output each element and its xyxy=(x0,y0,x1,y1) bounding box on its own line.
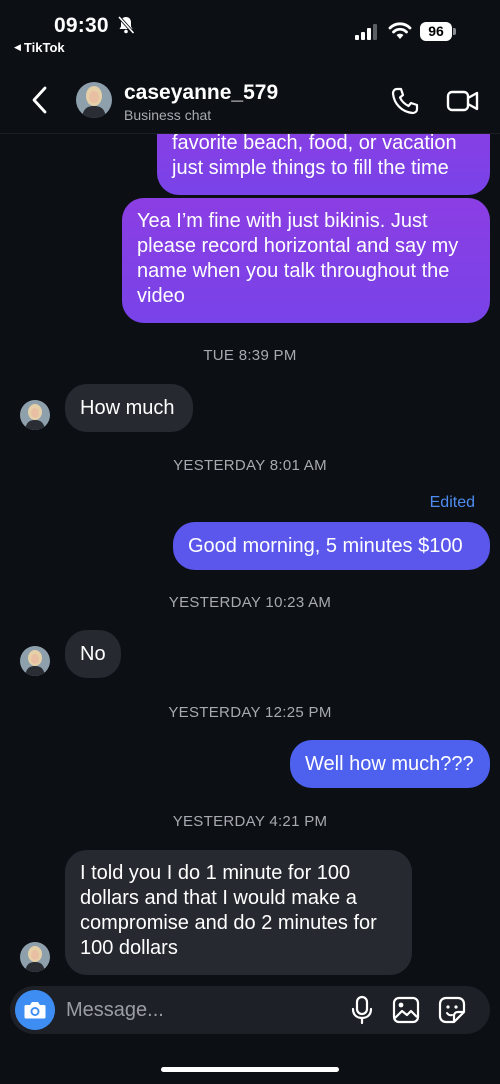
message-incoming[interactable]: How much xyxy=(65,384,193,432)
timestamp: YESTERDAY 10:23 AM xyxy=(168,594,332,611)
message-incoming[interactable]: I told you I do 1 minute for 100 dollars… xyxy=(65,850,412,975)
message-outgoing[interactable]: Good morning, 5 minutes $100 xyxy=(173,522,490,570)
contact-name[interactable]: caseyanne_579 xyxy=(124,81,278,105)
chevron-left-icon[interactable] xyxy=(26,84,54,116)
avatar[interactable] xyxy=(20,400,50,430)
battery-nub xyxy=(453,28,456,35)
message-outgoing[interactable]: favorite beach, food, or vacation just s… xyxy=(157,134,490,195)
message-outgoing[interactable]: Yea I’m fine with just bikinis. Just ple… xyxy=(122,198,490,323)
avatar[interactable] xyxy=(20,646,50,676)
contact-subtitle: Business chat xyxy=(124,107,212,123)
message-text: I told you I do 1 minute for 100 dollars… xyxy=(80,862,377,959)
video-camera-icon[interactable] xyxy=(446,86,480,116)
message-text: No xyxy=(80,643,106,665)
home-indicator[interactable] xyxy=(161,1067,339,1072)
timestamp: YESTERDAY 8:01 AM xyxy=(173,457,327,474)
microphone-icon[interactable] xyxy=(350,995,374,1025)
phone-icon[interactable] xyxy=(390,86,420,116)
wifi-icon xyxy=(388,22,412,39)
battery-level: 96 xyxy=(420,22,452,41)
edited-label[interactable]: Edited xyxy=(430,494,475,512)
message-thread[interactable]: favorite beach, food, or vacation just s… xyxy=(0,134,500,980)
signal-icon xyxy=(355,24,377,40)
avatar[interactable] xyxy=(20,942,50,972)
message-text: Good morning, 5 minutes $100 xyxy=(188,535,463,557)
message-outgoing[interactable]: Well how much??? xyxy=(290,740,490,788)
timestamp: YESTERDAY 12:25 PM xyxy=(168,704,332,721)
message-text: Well how much??? xyxy=(305,753,474,775)
avatar[interactable] xyxy=(76,82,112,118)
gallery-icon[interactable] xyxy=(392,996,420,1024)
bell-slash-icon xyxy=(117,15,135,35)
message-text: Yea I’m fine with just bikinis. Just ple… xyxy=(137,210,459,307)
chat-header: caseyanne_579 Business chat xyxy=(0,64,500,134)
sticker-icon[interactable] xyxy=(438,996,466,1024)
status-bar: 09:30 ◀ TikTok 96 xyxy=(0,0,500,64)
timestamp: TUE 8:39 PM xyxy=(203,347,297,364)
timestamp: YESTERDAY 4:21 PM xyxy=(172,813,328,830)
back-triangle-icon: ◀ xyxy=(14,42,21,52)
back-app-label: TikTok xyxy=(23,40,65,55)
message-input[interactable] xyxy=(66,995,336,1025)
message-text: How much xyxy=(80,397,175,419)
message-incoming[interactable]: No xyxy=(65,630,121,678)
message-composer xyxy=(10,986,490,1034)
status-time: 09:30 xyxy=(54,14,109,37)
message-text: favorite beach, food, or vacation just s… xyxy=(172,134,457,179)
back-to-app-link[interactable]: ◀ TikTok xyxy=(14,40,65,55)
battery-indicator: 96 xyxy=(420,22,456,42)
camera-icon[interactable] xyxy=(15,990,55,1030)
